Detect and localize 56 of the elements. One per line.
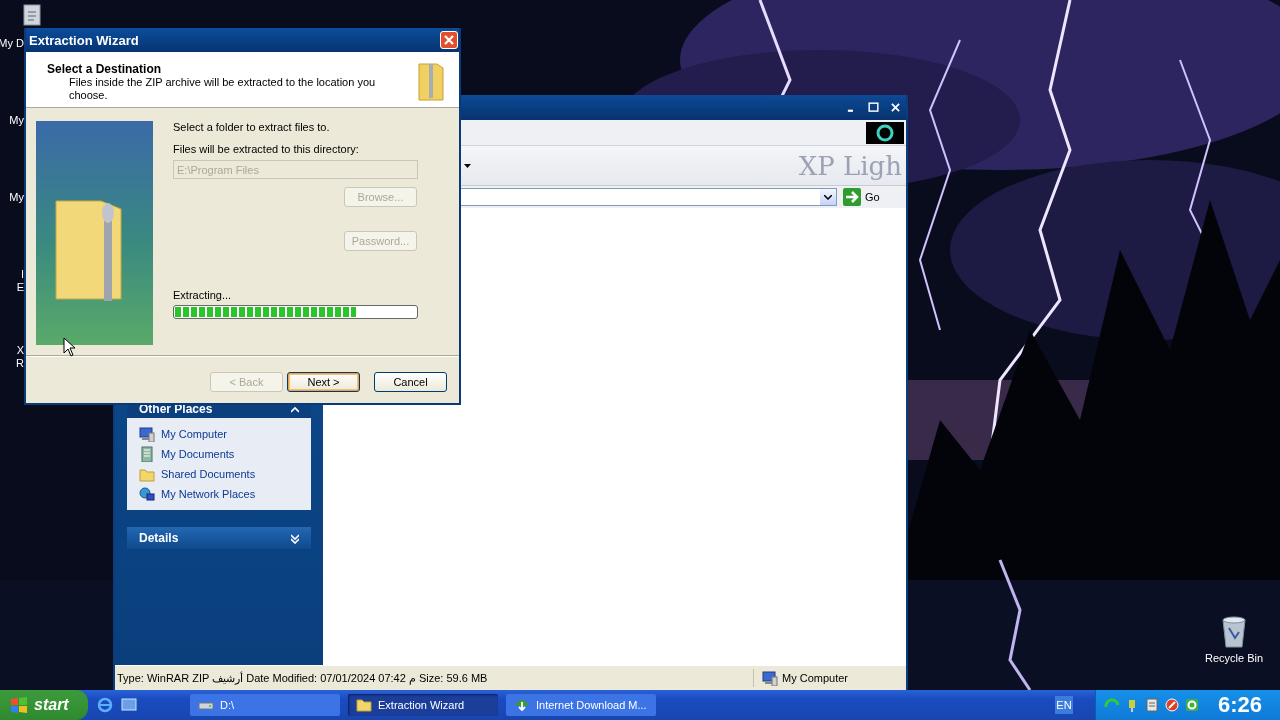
prompt-text: Select a folder to extract files to. — [173, 121, 331, 134]
icon-label: My D — [0, 37, 24, 50]
recycle-bin-icon — [1220, 616, 1249, 648]
network-icon — [139, 486, 155, 502]
place-link[interactable]: My Documents — [139, 446, 299, 462]
icon-label: Recycle Bin — [1205, 652, 1264, 665]
clipboard-icon[interactable] — [1143, 697, 1160, 713]
windows-logo-icon — [10, 697, 28, 713]
brand-text: XP Ligh — [798, 150, 902, 181]
documents-icon — [139, 446, 155, 462]
caret-icon[interactable] — [464, 163, 471, 168]
taskbar-button[interactable]: Internet Download M... — [506, 694, 656, 716]
dropdown-button[interactable] — [820, 189, 836, 205]
ring-icon[interactable] — [1183, 697, 1200, 713]
dialog-description: Files inside the ZIP archive will be extracted to the location you choose. — [68, 76, 377, 102]
download-icon — [514, 697, 530, 713]
start-button[interactable]: start — [0, 690, 88, 720]
folder-icon — [139, 466, 155, 482]
place-link[interactable]: My Network Places — [139, 486, 299, 502]
cursor-icon — [63, 337, 76, 357]
window-title: Extraction Wizard — [29, 32, 139, 48]
close-icon — [443, 34, 455, 46]
document-icon — [22, 4, 42, 26]
place-link[interactable]: My Computer — [139, 426, 299, 442]
icon-label: My — [9, 114, 24, 127]
progress-label: Extracting... — [173, 289, 233, 302]
go-button[interactable]: Go — [841, 188, 886, 206]
desktop-icon — [121, 698, 137, 712]
next-button[interactable]: Next > — [287, 372, 360, 392]
zone-text: My Computer — [782, 672, 849, 684]
icon-label: I — [20, 268, 24, 281]
language-indicator[interactable]: EN — [1054, 696, 1073, 714]
collapse-icon[interactable] — [291, 405, 299, 413]
arrow-right-icon — [843, 188, 861, 206]
show-desktop-button[interactable] — [120, 696, 138, 714]
icon-label: X — [16, 344, 24, 357]
chevron-down-icon — [824, 194, 832, 200]
browser-button[interactable] — [96, 696, 114, 714]
folder-icon — [356, 697, 372, 713]
globe-icon — [97, 697, 113, 713]
expand-icon[interactable] — [291, 532, 299, 544]
icon-label: My — [9, 191, 24, 204]
place-link[interactable]: Shared Documents — [139, 466, 299, 482]
computer-icon — [762, 670, 778, 686]
icon-label: E — [16, 281, 24, 294]
clock: 6:26 — [1217, 692, 1262, 718]
field-label: Files will be extracted to this directory: — [173, 143, 360, 156]
computer-icon — [139, 426, 155, 442]
cancel-button[interactable]: Cancel — [374, 372, 447, 392]
dialog-heading: Select a Destination — [47, 62, 163, 76]
icon-label: R — [16, 357, 24, 370]
ring-icon — [876, 123, 894, 142]
taskbar-button[interactable]: D:\ — [190, 694, 340, 716]
section-header[interactable]: Details — [127, 527, 311, 549]
taskbar-button[interactable]: Extraction Wizard — [348, 694, 498, 716]
status-text: Type: WinRAR ZIP أرشيف Date Modified: 07/01/2024 07:42 م Size: 59.6 MB — [116, 671, 489, 685]
